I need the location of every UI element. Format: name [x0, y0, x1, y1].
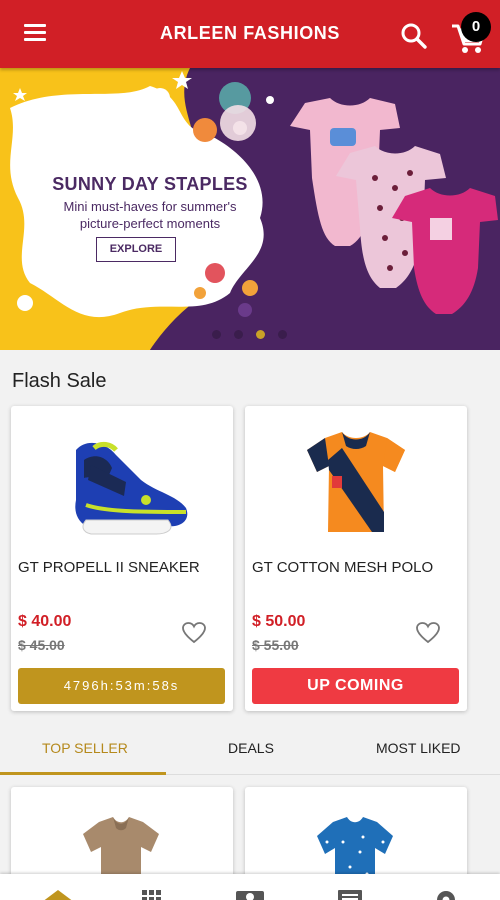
- tab-top-seller[interactable]: TOP SELLER: [42, 740, 128, 756]
- app-screen: ARLEEN FASHIONS 0 SUNNY DAY STAPLES Mini…: [0, 0, 500, 900]
- sneaker-image: [75, 441, 188, 535]
- product-old-price: $ 55.00: [252, 637, 299, 653]
- top-app-bar: ARLEEN FASHIONS: [0, 0, 500, 68]
- product-price: $ 50.00: [252, 613, 306, 630]
- carousel-dot[interactable]: [278, 330, 287, 339]
- polo-shirt-image: [307, 432, 405, 532]
- product-name[interactable]: GT PROPELL II SNEAKER: [18, 559, 200, 576]
- product-name[interactable]: GT COTTON MESH POLO: [252, 559, 433, 576]
- tab-active-indicator: [0, 772, 166, 775]
- product-tabs: TOP SELLER DEALS MOST LIKED: [0, 732, 500, 776]
- product-price: $ 40.00: [18, 613, 72, 630]
- news-icon[interactable]: [330, 886, 370, 900]
- product-card[interactable]: GT PROPELL II SNEAKER $ 40.00 $ 45.00 47…: [11, 406, 233, 711]
- carousel-dot-active[interactable]: [256, 330, 265, 339]
- banner-subtitle-line1: Mini must-haves for summer's: [63, 199, 237, 214]
- explore-button[interactable]: EXPLORE: [96, 237, 176, 262]
- carousel-dot[interactable]: [234, 330, 243, 339]
- flash-countdown-timer[interactable]: 4796h:53m:58s: [18, 668, 225, 704]
- upcoming-button[interactable]: UP COMING: [252, 668, 459, 704]
- carousel-dot[interactable]: [212, 330, 221, 339]
- tab-deals[interactable]: DEALS: [228, 740, 274, 756]
- tab-most-liked[interactable]: MOST LIKED: [376, 740, 461, 756]
- offers-icon[interactable]: [230, 886, 270, 900]
- banner-subtitle-line2: picture-perfect moments: [79, 216, 221, 231]
- search-icon[interactable]: [398, 20, 430, 52]
- promo-banner[interactable]: SUNNY DAY STAPLES Mini must-haves for su…: [0, 68, 500, 350]
- product-old-price: $ 45.00: [18, 637, 65, 653]
- product-card[interactable]: GT COTTON MESH POLO $ 50.00 $ 55.00 UP C…: [245, 406, 467, 711]
- heart-icon[interactable]: [415, 621, 441, 645]
- cart-count-badge[interactable]: 0: [461, 12, 491, 42]
- bottom-navigation: [0, 874, 500, 900]
- banner-subtitle: Mini must-haves for summer's picture-per…: [28, 198, 272, 232]
- flash-sale-title: Flash Sale: [12, 370, 107, 392]
- settings-gear-icon[interactable]: [426, 886, 466, 900]
- home-icon[interactable]: [38, 886, 78, 900]
- banner-title: SUNNY DAY STAPLES: [52, 174, 248, 194]
- categories-grid-icon[interactable]: [132, 886, 172, 900]
- heart-icon[interactable]: [181, 621, 207, 645]
